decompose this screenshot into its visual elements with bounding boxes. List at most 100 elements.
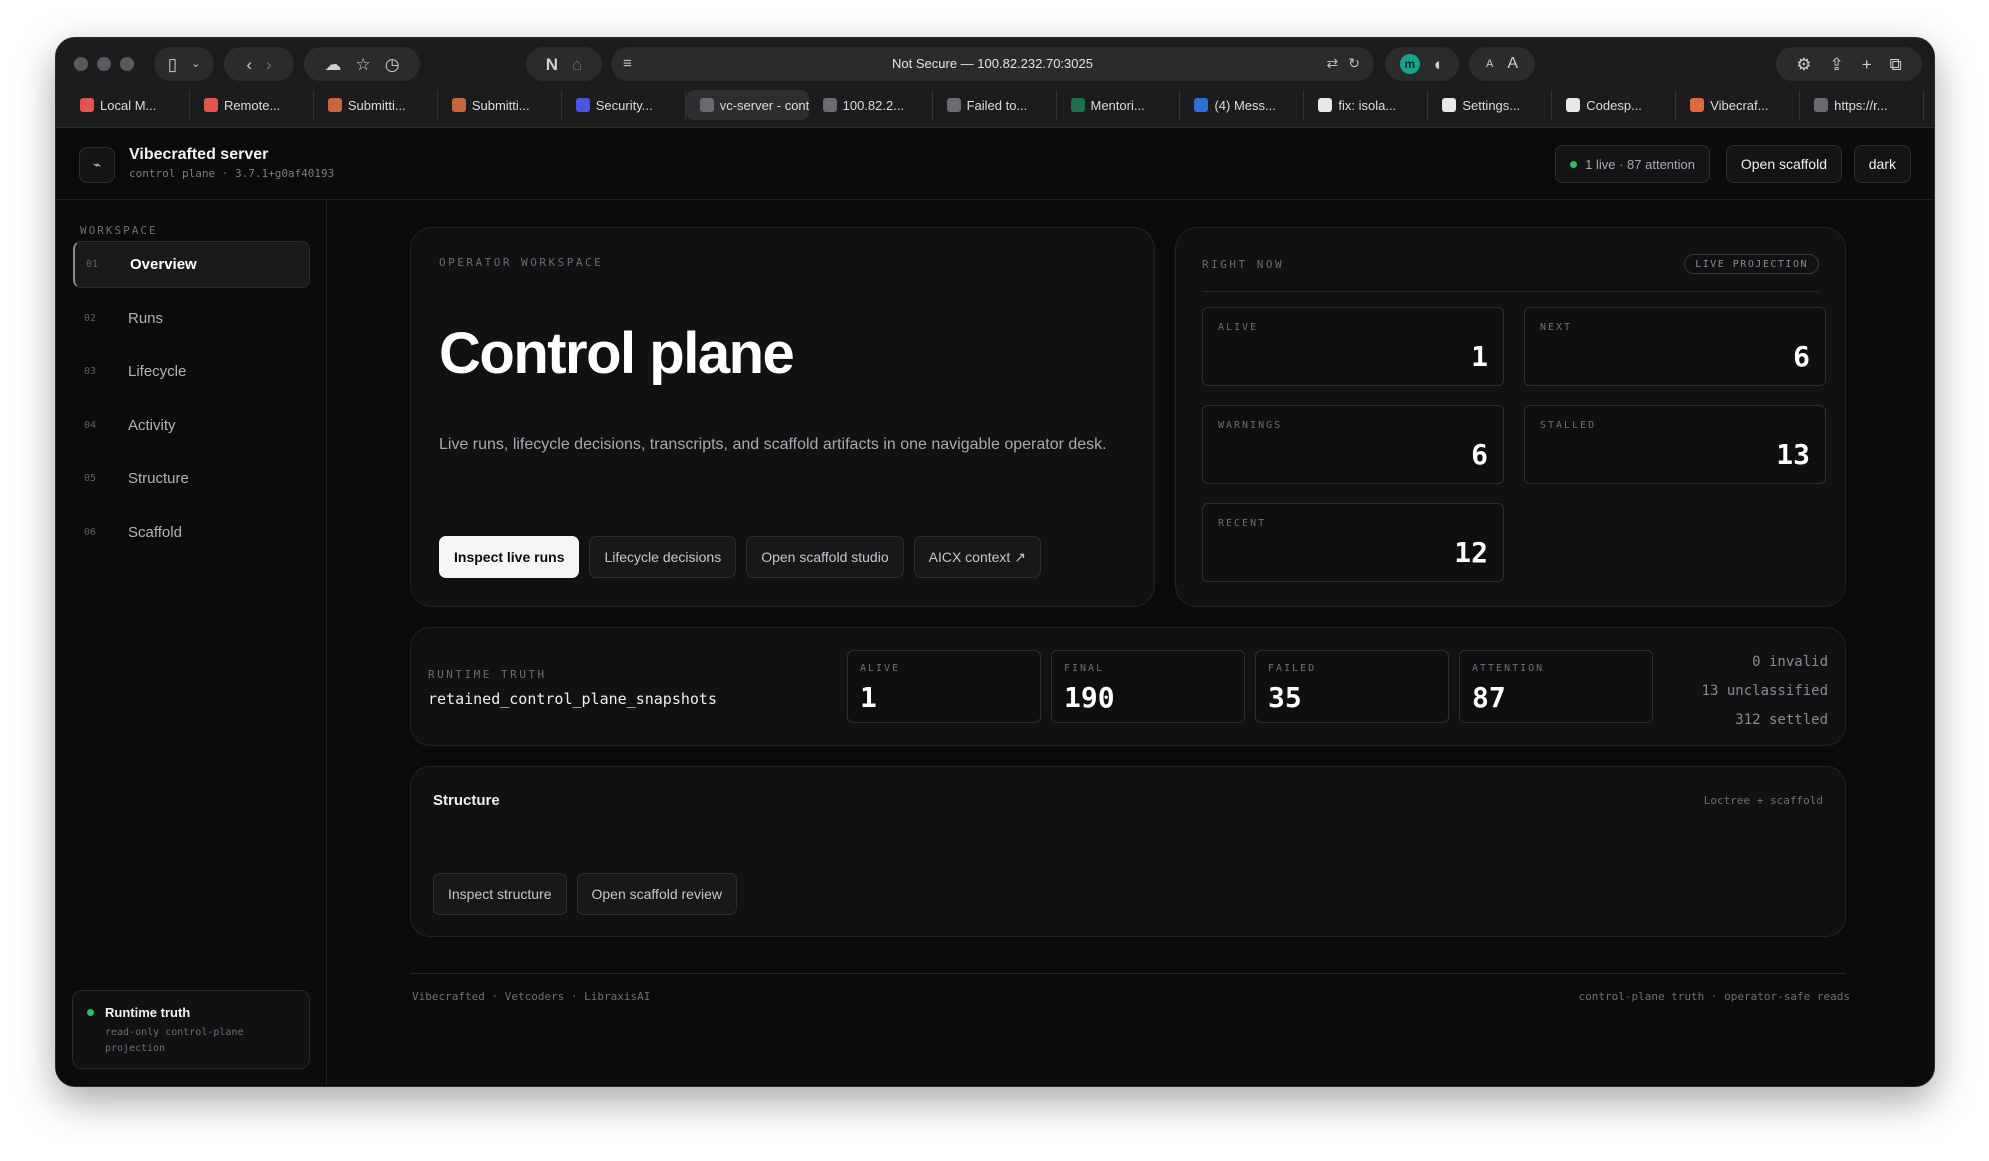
browser-tab[interactable]: Settings... — [1428, 90, 1553, 120]
hero-description: Live runs, lifecycle decisions, transcri… — [439, 436, 1107, 453]
truth-stat-alive: ALIVE 1 — [847, 650, 1041, 723]
tab-label: Codesp... — [1586, 97, 1642, 113]
stat-label: NEXT — [1540, 322, 1573, 333]
reload-icon[interactable]: ↻ — [1348, 55, 1360, 72]
favicon-icon — [1070, 98, 1085, 112]
stat-stalled: STALLED 13 — [1524, 405, 1826, 484]
sidebar-item-label: Runs — [128, 309, 164, 327]
browser-tab[interactable]: Remote... — [190, 90, 314, 120]
new-tab-icon[interactable]: + — [1862, 56, 1872, 73]
favicon-icon — [1566, 98, 1581, 112]
nav-number: 02 — [84, 312, 97, 324]
open-scaffold-button[interactable]: Open scaffold — [1725, 145, 1842, 183]
history-icon[interactable]: ◷ — [385, 56, 400, 73]
unclassified-count: 13 unclassified — [1701, 683, 1828, 699]
tab-label: 100.82.2... — [842, 97, 905, 113]
text-larger-button[interactable]: A — [1507, 56, 1518, 72]
open-scaffold-review-button[interactable]: Open scaffold review — [576, 873, 737, 915]
status-badge: 1 live · 87 attention — [1555, 145, 1710, 183]
zoom-window-button[interactable] — [120, 57, 134, 71]
nav-number: 04 — [84, 419, 97, 431]
divider — [1202, 291, 1819, 292]
favicon-icon — [946, 98, 961, 112]
browser-tab[interactable]: fix: isola... — [1304, 90, 1429, 120]
nav-number: 05 — [84, 473, 97, 484]
browser-tab[interactable]: https://r... — [1800, 90, 1925, 120]
sidebar-item-activity[interactable]: 04 Activity — [73, 402, 310, 449]
translate-icon[interactable]: ⇄ — [1327, 55, 1339, 72]
browser-tab[interactable]: Security... — [562, 90, 686, 120]
theme-toggle-button[interactable]: dark — [1853, 145, 1911, 183]
stat-label: RECENT — [1218, 518, 1267, 529]
aicx-context-button[interactable]: AICX context ↗ — [913, 536, 1041, 578]
sidebar-item-label: Overview — [130, 256, 197, 273]
browser-tab[interactable]: Submitti... — [314, 90, 438, 120]
runtime-truth-summary: 0 invalid 13 unclassified 312 settled — [1702, 648, 1828, 735]
browser-tab[interactable]: Local M... — [66, 90, 190, 120]
right-now-card: RIGHT NOW LIVE PROJECTION ALIVE 1 NEXT 6 WAR… — [1175, 227, 1846, 607]
inspect-live-runs-button[interactable]: Inspect live runs — [439, 536, 580, 578]
address-bar[interactable]: ≡ Not Secure — 100.82.232.70:3025 ⇄ ↻ — [611, 47, 1374, 81]
hero-eyebrow: OPERATOR WORKSPACE — [439, 256, 604, 269]
close-window-button[interactable] — [74, 57, 88, 71]
main-content: OPERATOR WORKSPACE Control plane Live ru… — [328, 201, 1934, 1086]
pinned-extensions: N ⌂ — [526, 47, 602, 81]
browser-tab[interactable]: Vibecraf... — [1676, 90, 1801, 120]
browser-tab[interactable]: vc-server - control pl... — [685, 90, 809, 120]
inspect-structure-button[interactable]: Inspect structure — [433, 873, 567, 915]
tab-overview-icon[interactable]: ⧉ — [1890, 56, 1902, 73]
nav-number: 03 — [84, 366, 97, 377]
open-scaffold-studio-button[interactable]: Open scaffold studio — [746, 536, 904, 578]
favicon-icon — [1318, 98, 1333, 112]
sidebar-item-scaffold[interactable]: 06 Scaffold — [73, 509, 310, 556]
tab-label: Submitti... — [347, 97, 406, 113]
browser-tab[interactable]: Mentori... — [1057, 90, 1181, 120]
url-text[interactable]: Not Secure — 100.82.232.70:3025 — [611, 56, 1374, 71]
sidebar-toggle-button[interactable]: ▯ ⌄ — [154, 47, 214, 81]
sidebar-item-runs[interactable]: 02 Runs — [73, 295, 310, 342]
live-dot-icon — [1570, 160, 1578, 168]
home-icon[interactable]: ⌂ — [572, 56, 582, 73]
app-title: Vibecrafted server — [129, 146, 269, 163]
stat-value: 87 — [1472, 681, 1506, 714]
live-projection-badge: LIVE PROJECTION — [1684, 254, 1819, 274]
tab-label: Security... — [595, 97, 653, 113]
sidebar-item-overview[interactable]: 01 Overview — [73, 241, 310, 288]
sidebar-item-lifecycle[interactable]: 03 Lifecycle — [73, 348, 310, 395]
toolbar-actions: ☁ ☆ ◷ — [304, 47, 420, 81]
window-controls — [74, 57, 134, 71]
app-header: ⌁ Vibecrafted server control plane · 3.7… — [56, 129, 1934, 200]
browser-tab[interactable]: (4) Mess... — [1180, 90, 1305, 120]
window-actions: ⚙ ⇪ + ⧉ — [1776, 47, 1922, 81]
share-icon[interactable]: ⇪ — [1829, 56, 1843, 73]
tab-label: Remote... — [223, 97, 281, 113]
stat-alive: ALIVE 1 — [1202, 307, 1504, 386]
notion-icon[interactable]: N — [546, 56, 558, 73]
browser-tab[interactable]: 100.82.2... — [809, 90, 933, 120]
star-icon[interactable]: ☆ — [355, 56, 370, 73]
stat-warnings: WARNINGS 6 — [1202, 405, 1504, 484]
text-smaller-button[interactable]: A — [1486, 58, 1493, 70]
favicon-icon — [203, 98, 218, 112]
settings-icon[interactable]: ⚙ — [1796, 56, 1811, 73]
cloud-icon[interactable]: ☁ — [324, 56, 341, 73]
minimize-window-button[interactable] — [97, 57, 111, 71]
shield-icon[interactable]: ◐ — [1434, 56, 1444, 73]
runtime-truth-card: Runtime truth read-only control-plane pr… — [72, 990, 310, 1069]
logo-icon[interactable]: ⌁ — [79, 147, 115, 183]
back-icon[interactable]: ‹ — [246, 56, 252, 73]
footer-note: control-plane truth · operator-safe read… — [1578, 990, 1850, 1003]
browser-tab[interactable]: Submitti... — [438, 90, 562, 120]
browser-tab[interactable]: Failed to... — [933, 90, 1057, 120]
stat-label: ALIVE — [1218, 322, 1259, 333]
lifecycle-decisions-button[interactable]: Lifecycle decisions — [589, 536, 737, 578]
footer-credits: Vibecrafted · Vetcoders · LibraxisAI — [412, 990, 651, 1003]
runtime-truth-eyebrow: RUNTIME TRUTH — [428, 668, 547, 681]
sidebar-item-structure[interactable]: 05 Structure — [73, 455, 310, 502]
tab-label: Local M... — [100, 97, 157, 113]
stat-label: ALIVE — [860, 663, 901, 674]
tab-label: (4) Mess... — [1214, 97, 1276, 113]
extension-m-icon[interactable]: m — [1399, 54, 1420, 74]
browser-tab[interactable]: Codesp... — [1552, 90, 1677, 120]
forward-icon[interactable]: › — [266, 56, 272, 73]
